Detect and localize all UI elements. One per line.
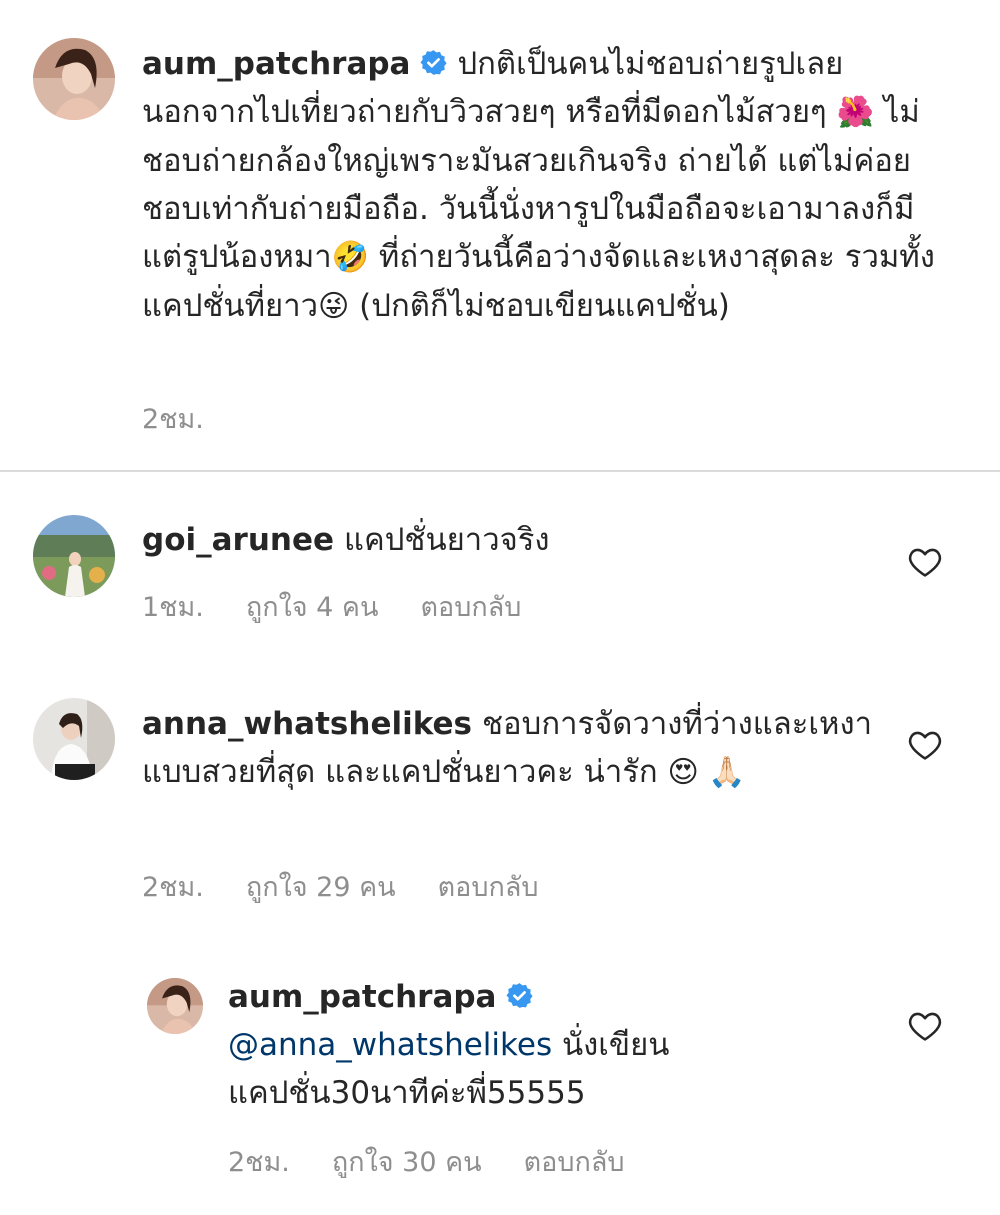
comment-goi-body: แคปชั่นยาวจริง <box>344 522 550 558</box>
caption-username[interactable]: aum_patchrapa <box>142 46 410 82</box>
comment-anna-likes[interactable]: ถูกใจ 29 คน <box>246 865 396 908</box>
heart-eyes-praying-hands-icon: 😍 🙏🏻 <box>667 755 746 790</box>
comment-goi-time: 1ชม. <box>142 592 204 623</box>
caption-meta: 2ชม. <box>142 397 204 440</box>
reply-meta: 2ชม. ถูกใจ 30 คน ตอบกลับ <box>228 1140 625 1183</box>
comment-goi-likes[interactable]: ถูกใจ 4 คน <box>246 585 379 628</box>
caption-text: aum_patchrapa ปกติเป็นคนไม่ชอบถ่ายรูปเลย … <box>142 40 952 331</box>
comment-goi-username[interactable]: goi_arunee <box>142 522 334 558</box>
reply-text: aum_patchrapa @anna_whatshelikes นั่งเขีย… <box>228 973 748 1117</box>
comment-anna-username[interactable]: anna_whatshelikes <box>142 706 472 742</box>
caption-body-4: (ปกติก็ไม่ชอบเขียนแคปชั่น) <box>349 288 730 324</box>
reply-likes[interactable]: ถูกใจ 30 คน <box>332 1140 482 1183</box>
verified-badge-icon <box>420 49 448 76</box>
caption-avatar[interactable] <box>33 38 115 120</box>
reply-heart-icon[interactable] <box>908 1010 942 1042</box>
reply-username[interactable]: aum_patchrapa <box>228 979 496 1015</box>
rofl-emoji-icon: 🤣 <box>331 240 370 275</box>
reply-reply-button[interactable]: ตอบกลับ <box>524 1140 625 1183</box>
comment-goi-meta: 1ชม. ถูกใจ 4 คน ตอบกลับ <box>142 585 521 628</box>
comment-anna-time: 2ชม. <box>142 872 204 903</box>
comment-anna-reply-button[interactable]: ตอบกลับ <box>438 865 539 908</box>
reply-verified-badge-icon <box>506 982 534 1009</box>
hibiscus-icon: 🌺 <box>836 95 874 130</box>
comment-goi-heart-icon[interactable] <box>908 546 942 578</box>
comment-anna-meta: 2ชม. ถูกใจ 29 คน ตอบกลับ <box>142 865 539 908</box>
caption-time: 2ชม. <box>142 404 204 435</box>
divider <box>0 470 1000 472</box>
reply-time: 2ชม. <box>228 1147 290 1178</box>
wink-tongue-emoji-icon: 😜 <box>318 289 350 324</box>
comment-avatar-anna[interactable] <box>33 698 115 780</box>
reply-mention-link[interactable]: @anna_whatshelikes <box>228 1027 552 1063</box>
reply-avatar[interactable] <box>147 978 203 1034</box>
comment-anna-text: anna_whatshelikes ชอบการจัดวางที่ว่างและเ… <box>142 700 872 797</box>
comment-goi-reply-button[interactable]: ตอบกลับ <box>420 585 521 628</box>
comment-avatar-goi[interactable] <box>33 515 115 597</box>
comment-goi-text: goi_arunee แคปชั่นยาวจริง <box>142 516 872 564</box>
comment-anna-heart-icon[interactable] <box>908 729 942 761</box>
